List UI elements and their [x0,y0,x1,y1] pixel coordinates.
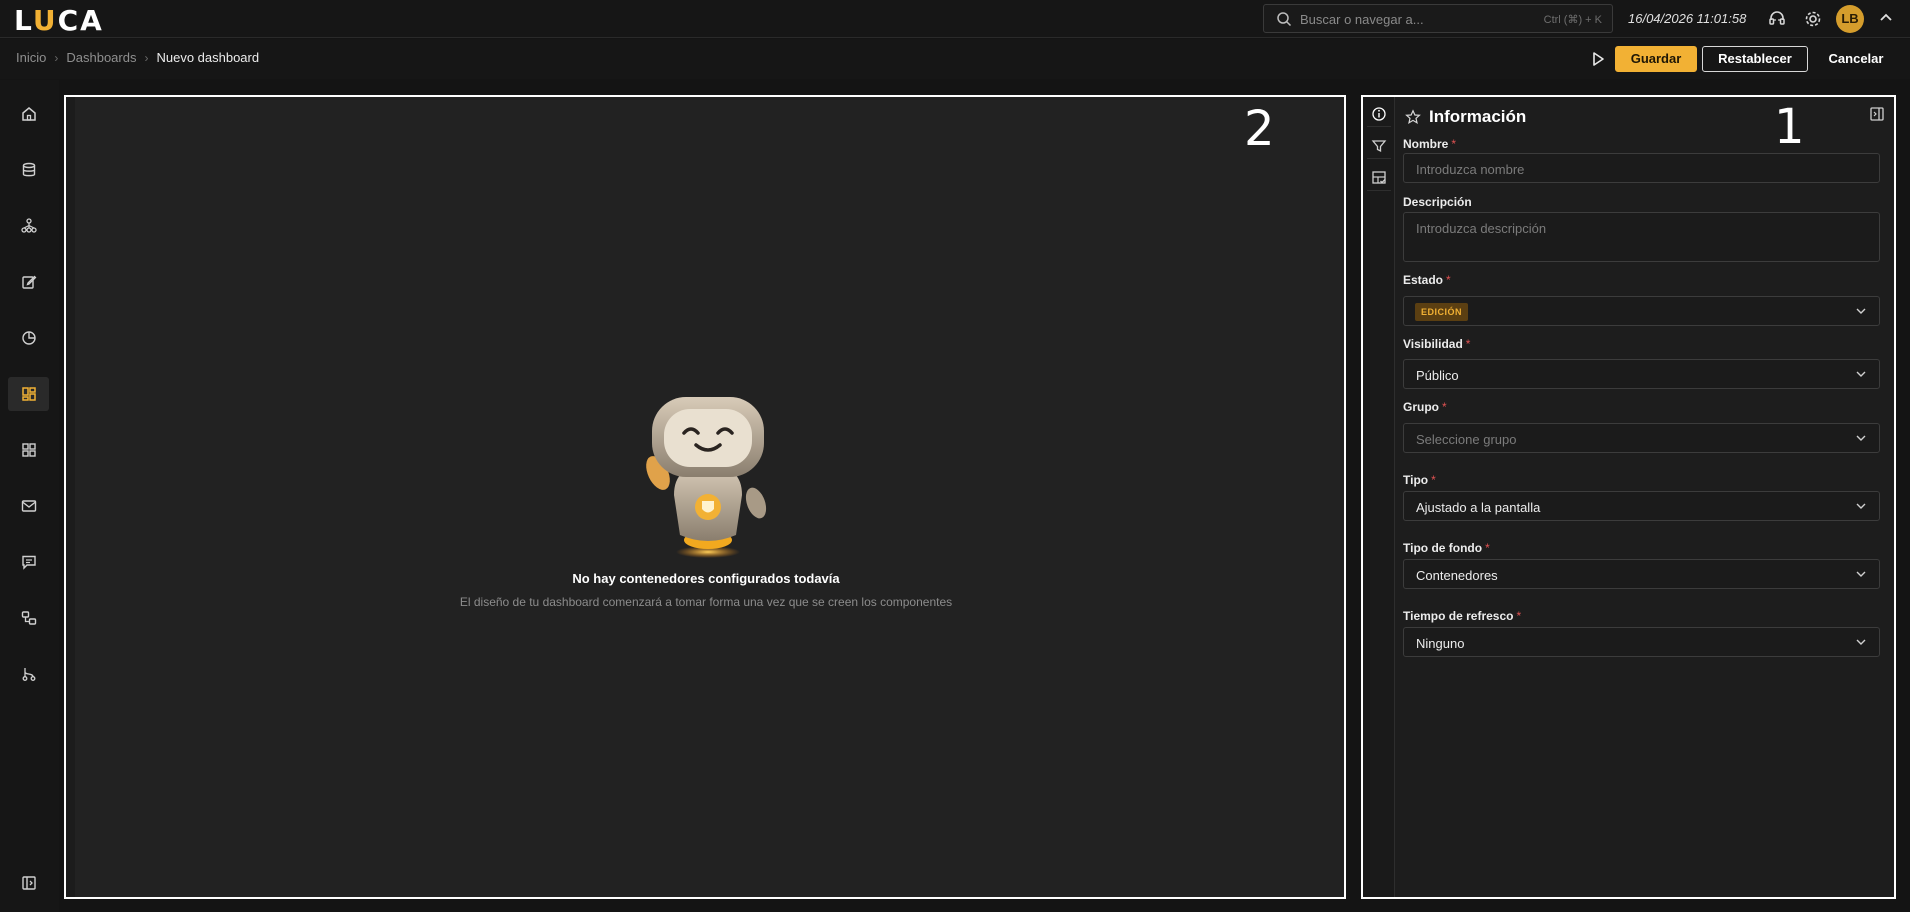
refresco-label: Tiempo de refresco * [1403,609,1522,623]
chat-icon [21,555,36,570]
chevron-down-icon [1856,639,1866,645]
breadcrumb: Inicio › Dashboards › Nuevo dashboard [16,50,259,65]
nav-workflows[interactable] [8,601,49,635]
chevron-up-icon[interactable] [1878,10,1894,26]
grupo-placeholder: Seleccione grupo [1416,432,1517,447]
tipo-value: Ajustado a la pantalla [1416,500,1541,515]
tipo-fondo-select[interactable]: Contenedores [1403,559,1880,589]
filter-icon [1371,139,1387,152]
tipo-fondo-value: Contenedores [1416,568,1498,583]
collapse-panel-icon[interactable] [1868,105,1886,123]
info-icon [1372,106,1386,121]
empty-state-title: No hay contenedores configurados todavía [572,571,840,586]
search-box[interactable]: Buscar o navegar a... Ctrl (⌘) + K [1263,4,1613,33]
descripcion-placeholder: Introduzca descripción [1416,221,1547,236]
nav-database[interactable] [8,153,49,187]
tipo-label: Tipo * [1403,473,1436,487]
panel-marker: 1 [1774,99,1805,155]
nav-messages[interactable] [8,545,49,579]
home-icon [21,107,36,121]
descripcion-textarea[interactable]: Introduzca descripción [1403,212,1880,262]
tipo-fondo-label: Tipo de fondo * [1403,541,1490,555]
panel-body: Información 1 Nombre * Introduzca nombre … [1403,97,1894,897]
search-shortcut: Ctrl (⌘) + K [1543,14,1602,26]
sub-bar: Inicio › Dashboards › Nuevo dashboard Gu… [0,39,1910,79]
chevron-down-icon [1856,571,1866,577]
estado-label: Estado * [1403,273,1451,287]
nav-models[interactable] [8,209,49,243]
properties-panel: Información 1 Nombre * Introduzca nombre … [1361,95,1896,899]
cancel-button[interactable]: Cancelar [1814,46,1898,72]
preview-play-icon[interactable] [1588,49,1608,69]
refresco-select[interactable]: Ninguno [1403,627,1880,657]
status-badge: EDICIÓN [1415,303,1469,321]
breadcrumb-separator: › [144,50,149,65]
search-icon [1277,12,1292,27]
chevron-down-icon [1856,435,1866,441]
grupo-label: Grupo * [1403,400,1447,414]
visibilidad-select[interactable]: Público [1403,359,1880,389]
chevron-down-icon [1856,503,1866,509]
visibilidad-value: Público [1416,368,1459,383]
breadcrumb-separator: › [54,50,59,65]
search-placeholder: Buscar o navegar a... [1300,12,1424,27]
panel-header: Información [1405,107,1526,127]
current-datetime: 16/04/2026 11:01:58 [1628,11,1747,26]
dashboard-canvas[interactable]: 2 No hay contenedores configurados todav… [64,95,1346,899]
pie-chart-icon [21,331,36,345]
luca-logo[interactable]: LUCA [14,4,104,37]
tab-info[interactable] [1367,101,1391,127]
nav-dashboards[interactable] [8,377,49,411]
estado-select[interactable]: EDICIÓN [1403,296,1880,326]
database-icon [22,162,35,177]
chevron-down-icon [1856,371,1866,377]
nombre-input[interactable]: Introduzca nombre [1403,153,1880,183]
nav-mail[interactable] [8,489,49,523]
nav-widgets[interactable] [8,433,49,467]
layout-check-icon [1372,170,1386,184]
left-navigation [0,80,59,912]
git-branch-icon [22,668,35,681]
nombre-label: Nombre * [1403,137,1457,151]
tab-filters[interactable] [1367,133,1391,159]
top-bar: LUCA Buscar o navegar a... Ctrl (⌘) + K … [0,0,1910,38]
nombre-placeholder: Introduzca nombre [1416,162,1525,177]
grupo-select[interactable]: Seleccione grupo [1403,423,1880,453]
star-icon[interactable] [1405,109,1421,125]
refresco-value: Ninguno [1416,636,1465,651]
user-avatar[interactable]: LB [1836,5,1864,33]
empty-state-subtitle: El diseño de tu dashboard comenzará a to… [459,595,953,609]
breadcrumb-dashboards[interactable]: Dashboards [66,50,136,65]
edit-icon [21,275,36,289]
nav-versions[interactable] [8,657,49,691]
descripcion-label: Descripción [1403,195,1472,209]
dashboard-icon [21,387,36,401]
sidebar-toggle-icon [21,876,36,890]
nav-home[interactable] [8,97,49,131]
breadcrumb-inicio[interactable]: Inicio [16,50,46,65]
hierarchy-icon [20,218,37,233]
mail-icon [21,500,36,512]
canvas-marker: 2 [1244,101,1275,157]
breadcrumb-current: Nuevo dashboard [156,50,260,65]
save-button[interactable]: Guardar [1615,46,1697,72]
tab-layout[interactable] [1367,165,1391,191]
tipo-select[interactable]: Ajustado a la pantalla [1403,491,1880,521]
gear-icon[interactable] [1803,9,1823,29]
visibilidad-label: Visibilidad * [1403,337,1471,351]
nav-collapse[interactable] [8,866,49,900]
robot-mascot-illustration [646,397,767,558]
grid-icon [21,443,36,457]
canvas-ruler [66,97,75,897]
workflow-icon [21,611,36,625]
nav-editor[interactable] [8,265,49,299]
chevron-down-icon [1856,308,1866,314]
panel-title: Información [1429,107,1527,126]
nav-reports[interactable] [8,321,49,355]
panel-tabs [1363,97,1395,897]
support-headset-icon[interactable] [1767,9,1787,29]
reset-button[interactable]: Restablecer [1702,46,1808,72]
